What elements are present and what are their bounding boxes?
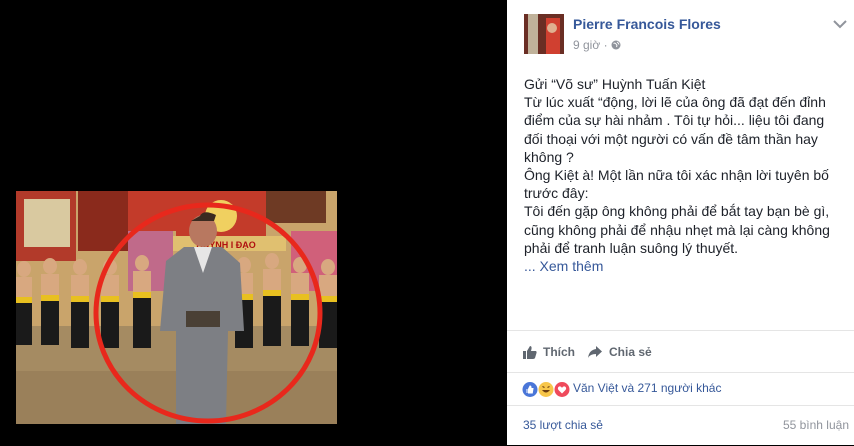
photo-viewer: HUỲNH I ĐẠO <box>0 0 507 445</box>
reactions-summary[interactable]: Văn Việt và 271 người khác <box>573 381 721 395</box>
post-meta: 9 giờ · <box>573 38 621 52</box>
post-line: trước đây: <box>524 185 589 202</box>
meta-separator: · <box>603 38 611 52</box>
globe-icon <box>611 38 621 52</box>
share-arrow-icon <box>588 346 602 358</box>
post-panel: Pierre Francois Flores 9 giờ · Gửi “Võ s… <box>507 0 854 445</box>
thumbs-up-icon <box>523 346 537 359</box>
haha-icon <box>538 382 554 397</box>
comment-count[interactable]: 55 bình luận <box>783 418 849 432</box>
post-line: không ? <box>524 148 574 165</box>
post-line: cũng không phải để nhậu nhẹt mà lại càng… <box>524 221 830 238</box>
post-line: Gửi “Võ sư” Huỳnh Tuấn Kiệt <box>524 76 706 92</box>
share-label: Chia sẻ <box>609 345 652 359</box>
share-button[interactable]: Chia sẻ <box>587 345 652 359</box>
post-line: điểm của sự hài nhảm . Tôi tự hỏi... liệ… <box>524 112 825 129</box>
post-line: phải để tranh luận suông lý thuyết. <box>524 239 739 256</box>
like-label: Thích <box>543 345 575 359</box>
chevron-down-icon[interactable] <box>833 16 847 29</box>
author-avatar[interactable] <box>524 14 564 54</box>
reactions-bar: Văn Việt và 271 người khác <box>507 372 854 403</box>
post-line: Từ lúc xuất “động, lời lẽ của ông đã đạt… <box>524 94 826 111</box>
action-bar: Thích Chia sẻ <box>507 330 854 373</box>
photo-scene: HUỲNH I ĐẠO <box>16 191 337 424</box>
post-text: Gửi “Võ sư” Huỳnh Tuấn Kiệt Từ lúc xuất … <box>524 75 844 275</box>
author-name[interactable]: Pierre Francois Flores <box>573 16 721 32</box>
post-photo[interactable]: HUỲNH I ĐẠO <box>16 191 337 424</box>
see-more-link[interactable]: ... Xem thêm <box>524 257 844 275</box>
share-count[interactable]: 35 lượt chia sẻ <box>523 418 603 432</box>
love-icon <box>554 382 570 397</box>
like-button[interactable]: Thích <box>523 345 575 359</box>
reaction-icons[interactable] <box>522 381 572 398</box>
engagement-stats: 35 lượt chia sẻ 55 bình luận <box>507 405 854 446</box>
post-line: Tôi đến gặp ông không phải để bắt tay bạ… <box>524 203 830 220</box>
post-line: Ông Kiệt à! Một lần nữa tôi xác nhận lời… <box>524 167 829 184</box>
like-icon <box>522 382 538 397</box>
post-time[interactable]: 9 giờ <box>573 38 600 52</box>
avatar-image <box>524 14 564 54</box>
post-line: đối thoại với một người có vấn đề tâm th… <box>524 130 818 147</box>
